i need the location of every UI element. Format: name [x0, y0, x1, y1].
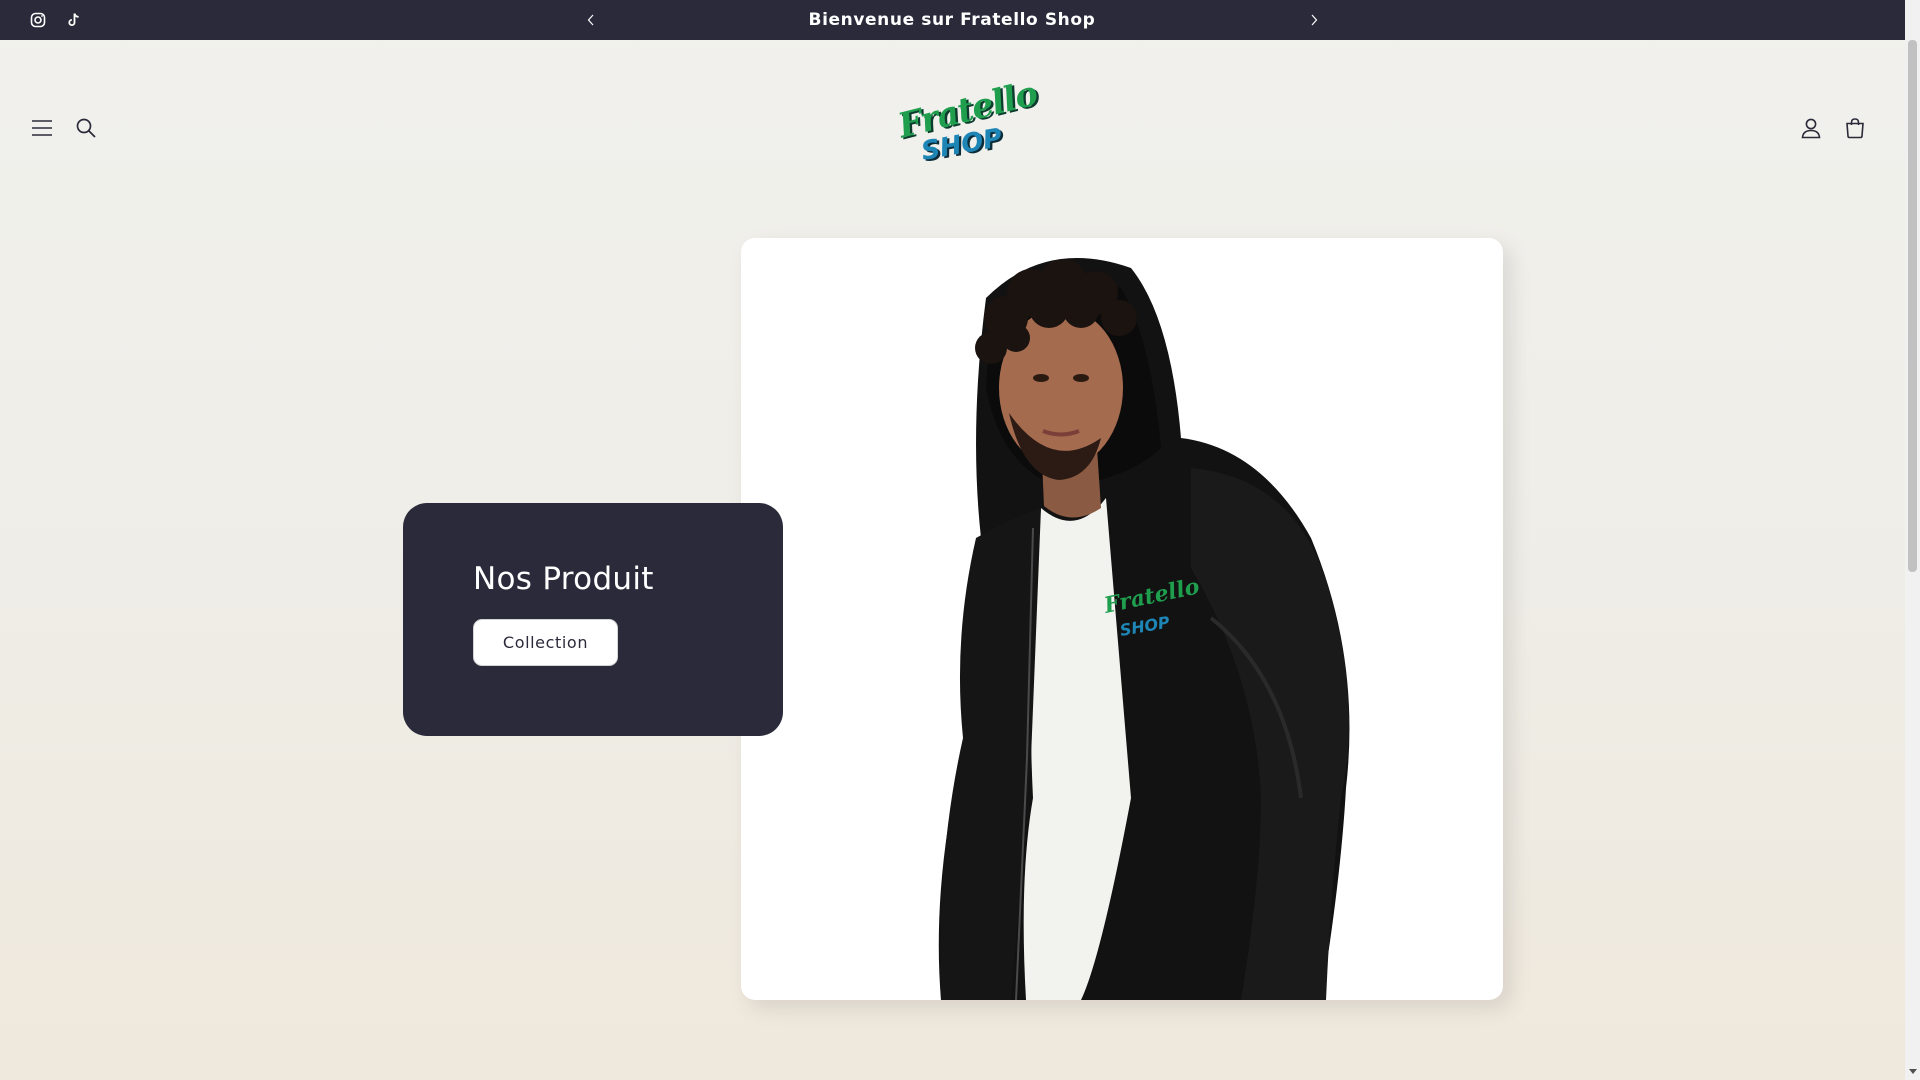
site-header: Fratello SHOP — [0, 40, 1905, 215]
cart-icon — [1846, 118, 1864, 139]
triangle-down-icon — [1908, 1069, 1917, 1074]
scroll-down-button[interactable] — [1905, 1064, 1920, 1080]
chevron-right-icon — [1311, 14, 1318, 26]
search-icon — [76, 118, 96, 138]
hoodie-model-illustration: Fratello SHOP — [938, 258, 1350, 1000]
scrollbar-thumb[interactable] — [1908, 40, 1917, 572]
menu-button[interactable] — [20, 106, 64, 150]
hamburger-menu-icon — [32, 120, 52, 136]
page-scrollbar[interactable] — [1905, 0, 1920, 1080]
account-button[interactable] — [1789, 106, 1833, 150]
hero-title: Nos Produit — [473, 561, 654, 597]
account-icon — [1801, 118, 1821, 139]
announcement-text: Bienvenue sur Fratello Shop — [808, 10, 1096, 30]
tiktok-icon[interactable] — [56, 0, 92, 40]
search-button[interactable] — [64, 106, 108, 150]
site-logo[interactable]: Fratello SHOP — [893, 73, 1041, 176]
instagram-icon[interactable] — [20, 0, 56, 40]
hero-content-card: Nos Produit Collection — [403, 503, 783, 736]
cart-button[interactable] — [1833, 106, 1877, 150]
collection-button[interactable]: Collection — [473, 619, 618, 666]
chevron-left-icon — [587, 14, 594, 26]
announcement-next-button[interactable] — [1294, 0, 1334, 40]
hero-product-image: Fratello SHOP — [741, 238, 1503, 1000]
social-links — [20, 0, 92, 40]
announcement-bar: Bienvenue sur Fratello Shop — [0, 0, 1905, 40]
